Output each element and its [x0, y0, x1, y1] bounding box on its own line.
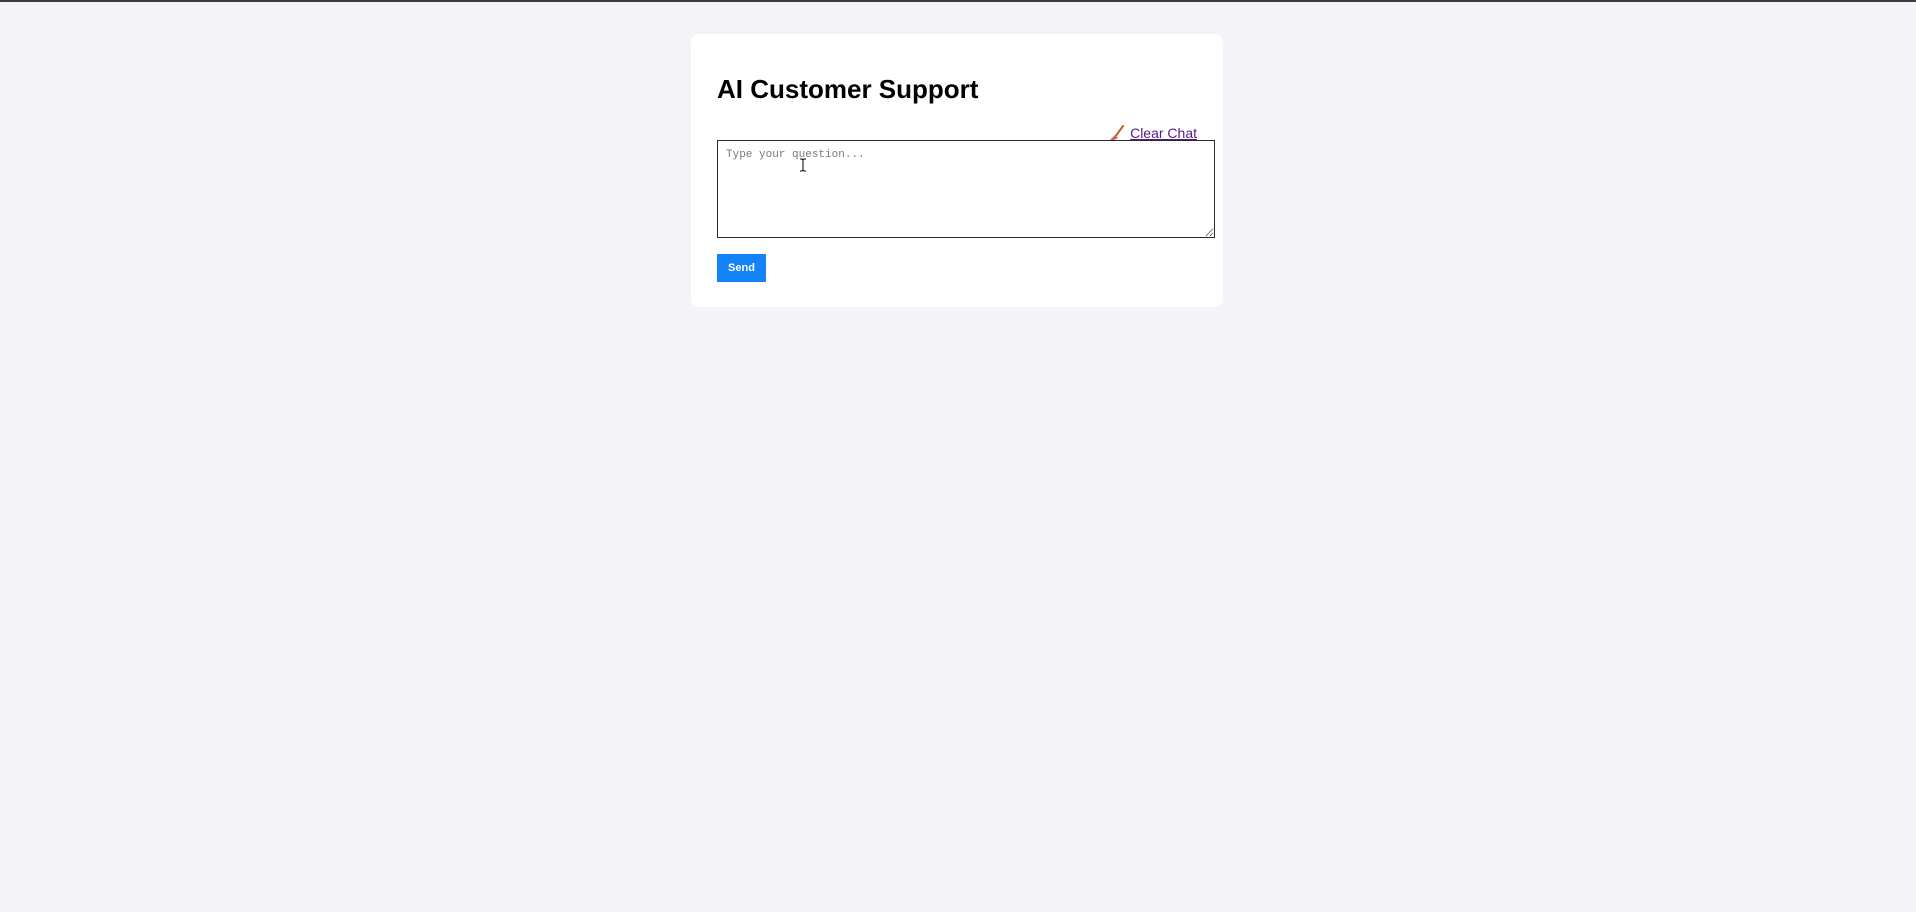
page-title: AI Customer Support — [717, 74, 979, 104]
window-top-border — [0, 0, 1916, 2]
send-button[interactable]: Send — [717, 254, 766, 282]
broom-icon — [1110, 125, 1125, 140]
question-input[interactable] — [717, 140, 1215, 238]
support-card: AI Customer Support Clear Chat Send — [691, 34, 1223, 307]
clear-chat-link[interactable]: Clear Chat — [1108, 125, 1197, 141]
clear-chat-label: Clear Chat — [1130, 125, 1197, 141]
